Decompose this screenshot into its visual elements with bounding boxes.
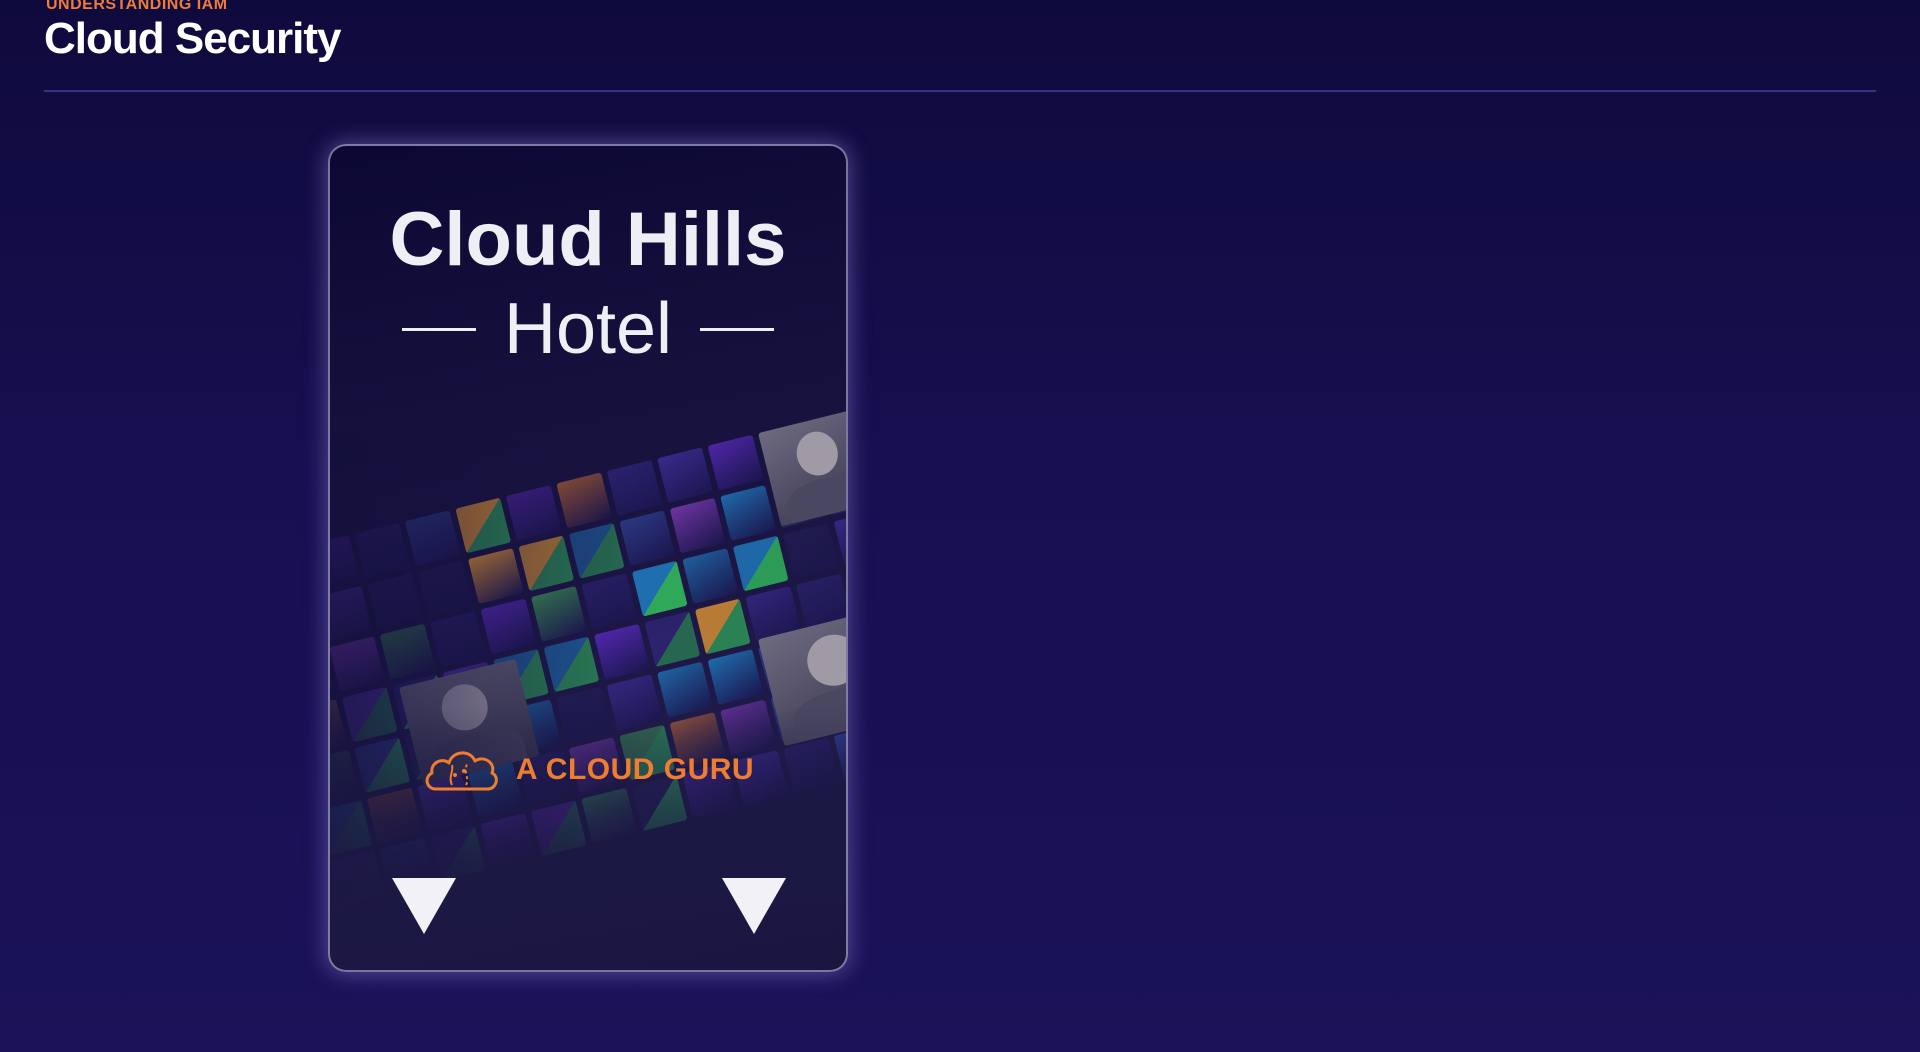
- course-thumbnail: [367, 573, 423, 629]
- course-thumbnail: [543, 636, 600, 693]
- course-thumbnail: [556, 472, 613, 529]
- course-thumbnail: [330, 800, 373, 856]
- course-thumbnail: [669, 497, 726, 554]
- course-thumbnail: [606, 459, 663, 516]
- course-thumbnail: [480, 598, 537, 655]
- course-thumbnail: [644, 611, 701, 667]
- course-thumbnail: [619, 510, 676, 567]
- course-thumbnail: [330, 850, 385, 907]
- photo-body: [782, 467, 846, 527]
- course-thumbnail: [417, 560, 474, 617]
- course-thumbnail: [556, 686, 612, 743]
- down-triangle-icon: [392, 878, 456, 934]
- brand-logo-row: A CLOUD GURU: [330, 742, 846, 798]
- course-thumbnail: [379, 623, 436, 680]
- course-thumbnail: [518, 535, 575, 592]
- course-thumbnail: [568, 522, 625, 579]
- course-thumbnail: [694, 598, 751, 655]
- course-thumbnail: [846, 561, 848, 617]
- course-thumbnail: [720, 485, 776, 541]
- course-thumbnail: [657, 447, 713, 504]
- course-thumbnail: [330, 535, 360, 592]
- course-thumbnail: [682, 548, 739, 604]
- card-subtitle: Hotel: [503, 289, 673, 369]
- course-thumbnail: [341, 686, 398, 743]
- course-thumbnail: [354, 522, 411, 579]
- course-thumbnail: [594, 623, 650, 680]
- cloud-icon: [425, 751, 498, 791]
- card-subtitle-row: Hotel: [330, 284, 846, 374]
- photo-head: [801, 629, 846, 692]
- course-thumbnail: [530, 800, 587, 857]
- photo-head: [792, 426, 843, 480]
- course-thumbnail: [404, 510, 461, 566]
- course-thumbnail: [330, 585, 373, 642]
- subtitle-dash-right: [700, 327, 775, 331]
- card-title: Cloud Hills: [389, 197, 787, 282]
- instructor-photo: [758, 407, 846, 527]
- course-thumbnail: [631, 560, 688, 617]
- course-thumbnail: [783, 523, 840, 579]
- course-thumbnail: [330, 636, 385, 693]
- course-thumbnail: [480, 812, 537, 869]
- course-thumbnail: [467, 548, 524, 604]
- course-thumbnail: [455, 497, 512, 554]
- page-title: Cloud Security: [44, 14, 341, 63]
- course-thumbnail: [429, 825, 486, 882]
- photo-head: [436, 679, 493, 736]
- header-divider: [44, 90, 1876, 92]
- course-thumbnail: [606, 674, 663, 731]
- course-thumbnail: [530, 585, 587, 642]
- course-thumbnail: [430, 611, 486, 667]
- course-thumbnail: [505, 485, 562, 541]
- course-thumbnail: [581, 573, 638, 630]
- subtitle-dash-left: [401, 327, 476, 331]
- brand-name: A CLOUD GURU: [515, 753, 755, 786]
- course-thumbnail: [657, 661, 713, 718]
- course-thumbnail: [732, 535, 789, 592]
- section-kicker: UNDERSTANDING IAM: [46, 0, 228, 13]
- down-triangle-icon: [722, 878, 786, 934]
- course-thumbnail: [707, 434, 764, 491]
- course-thumbnail: [707, 649, 764, 705]
- hotel-key-card: Cloud Hills Hotel A CLOUD GURU: [328, 144, 848, 972]
- course-mosaic-image: [330, 404, 848, 928]
